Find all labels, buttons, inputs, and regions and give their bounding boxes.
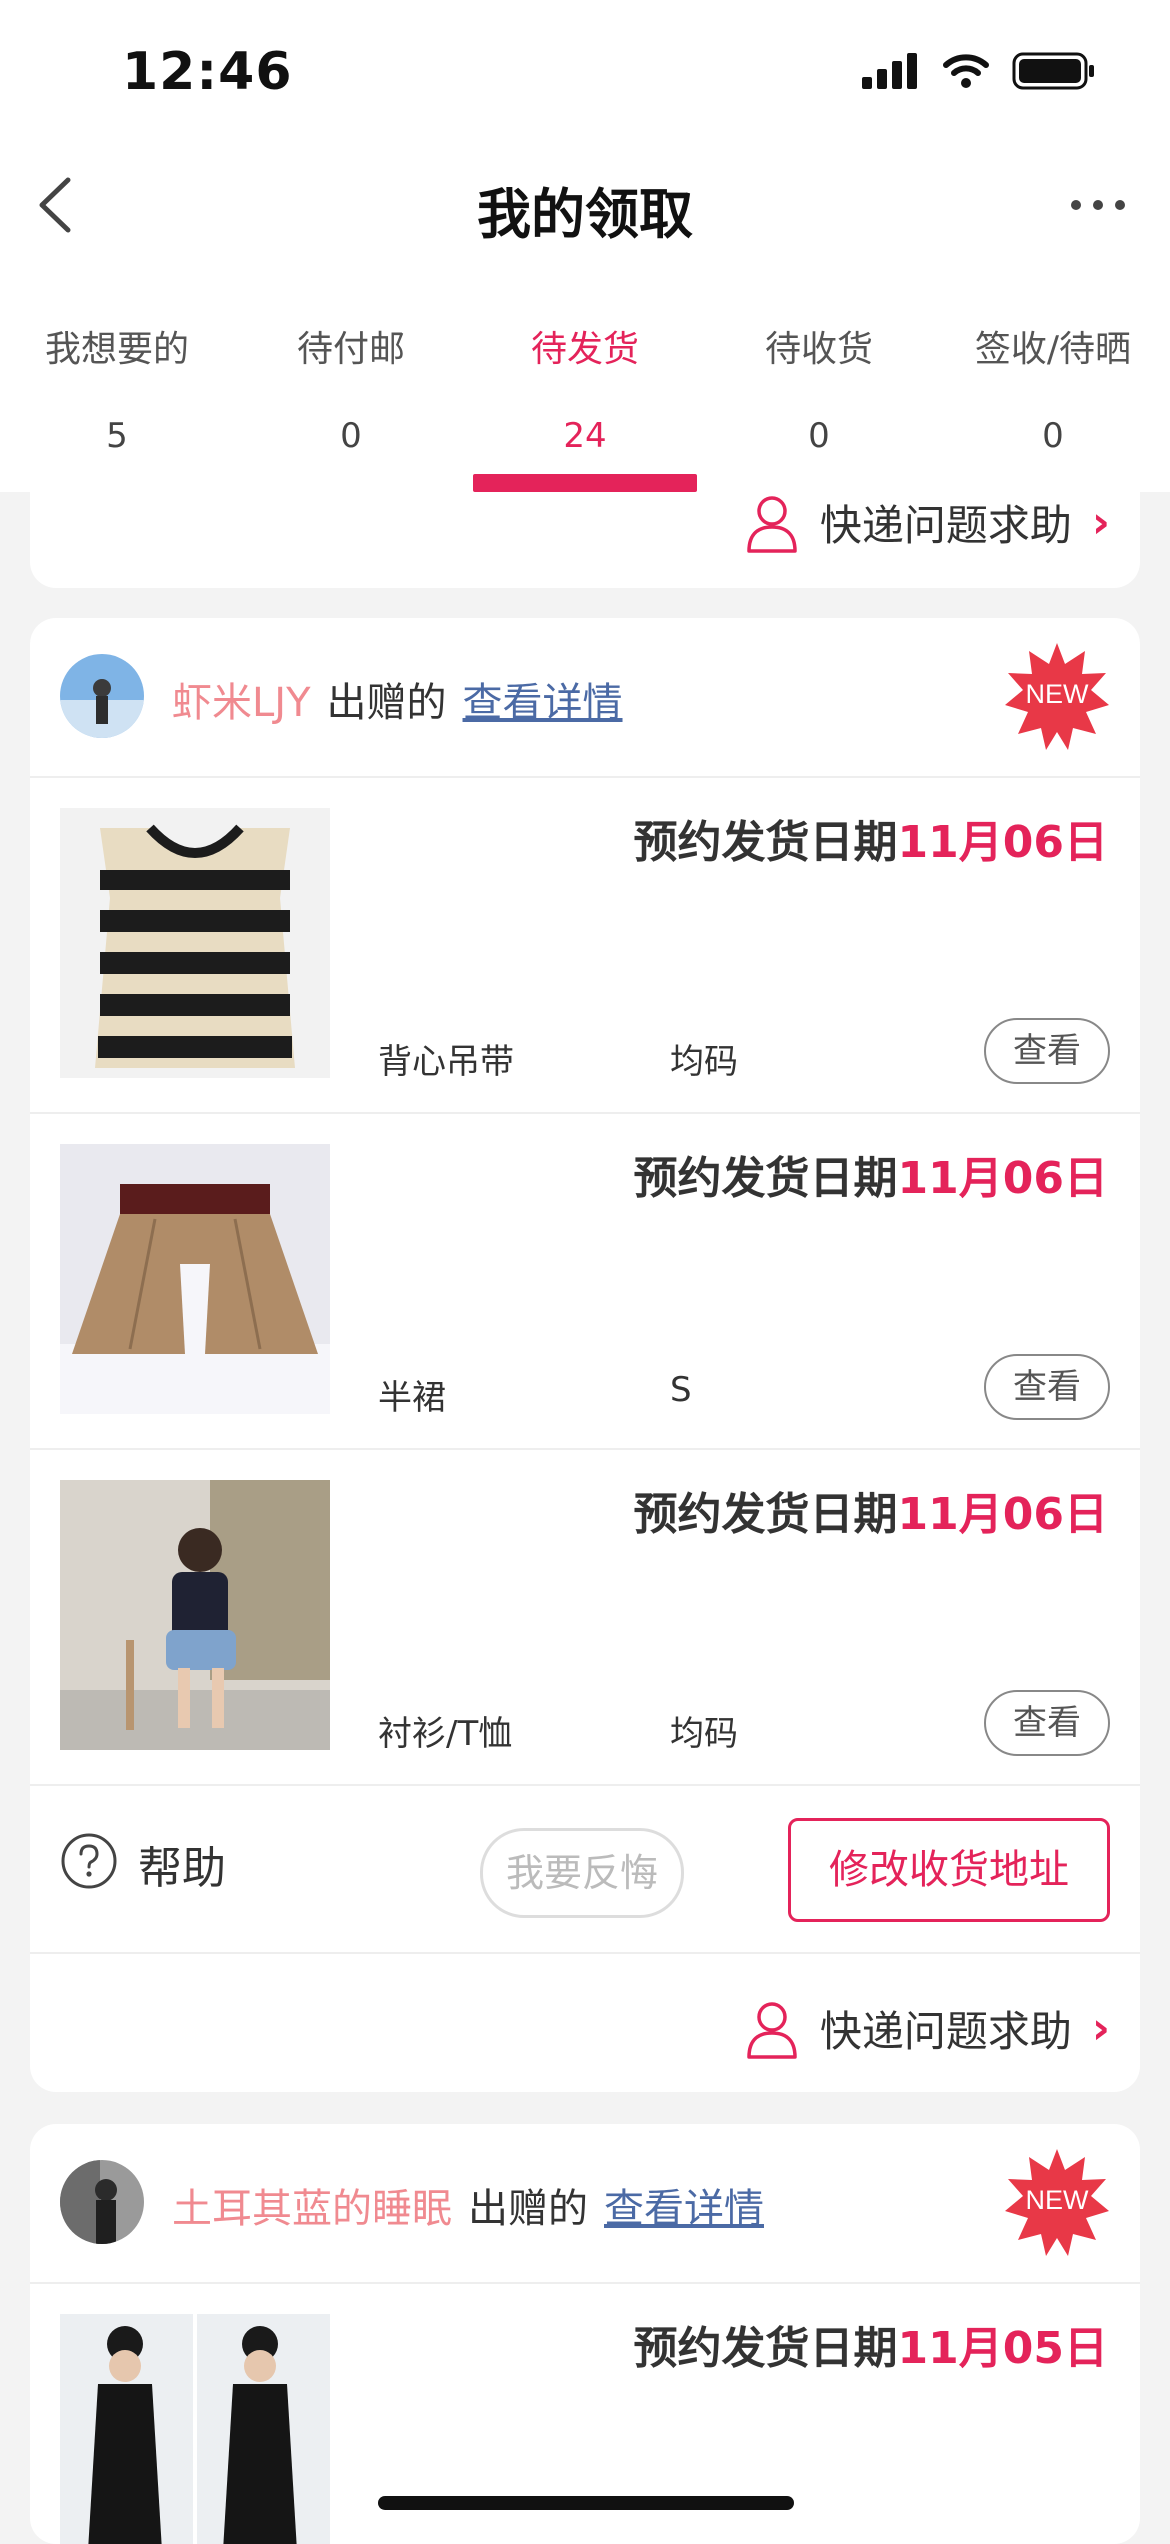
ship-date-label: 预约发货日期 (633, 1489, 898, 1540)
view-button[interactable]: 查看 (984, 1354, 1110, 1420)
scheduled-ship-date: 预约发货日期11月06日 (634, 806, 1108, 870)
chevron-right-icon: › (1091, 497, 1110, 548)
tab-to-ship[interactable]: 待发货 24 (468, 320, 702, 466)
tab-count: 0 (808, 416, 830, 456)
tab-label: 待收货 (764, 329, 873, 370)
tab-count: 0 (340, 416, 362, 456)
item-thumbnail[interactable] (60, 808, 330, 1078)
tab-to-receive[interactable]: 待收货 0 (702, 320, 936, 466)
avatar[interactable] (60, 654, 144, 738)
tab-label: 签收/待晒 (974, 329, 1132, 370)
tab-count: 5 (106, 416, 128, 456)
item-size: 均码 (670, 1042, 738, 1082)
status-icons (862, 52, 1096, 90)
courier-help-row: 快递问题求助 › (30, 1954, 1140, 2092)
more-icon[interactable] (1066, 178, 1130, 232)
tab-label: 待发货 (530, 329, 639, 370)
order-item: 预约发货日期11月06日 衬衫/T恤 均码 查看 (30, 1450, 1140, 1786)
new-badge-label: NEW (1026, 679, 1090, 709)
regret-button[interactable]: 我要反悔 (480, 1828, 684, 1918)
item-thumbnail[interactable] (60, 1144, 330, 1414)
ship-date-value: 11月06日 (897, 1153, 1108, 1204)
order-card: 土耳其蓝的睡眠 出赠的 查看详情 NEW 预约发货日期11月05日 (30, 2124, 1140, 2544)
courier-help-label: 快递问题求助 (819, 501, 1072, 550)
new-badge-label: NEW (1026, 2185, 1090, 2215)
scheduled-ship-date: 预约发货日期11月06日 (634, 1478, 1108, 1542)
order-actions: 帮助 我要反悔 修改收货地址 (30, 1786, 1140, 1954)
tab-wanted[interactable]: 我想要的 5 (0, 320, 234, 466)
top-bar: 12:46 我的领取 我想要的 5 待付邮 0 待发货 24 待收货 0 签收/… (0, 0, 1170, 492)
ship-date-value: 11月06日 (897, 1489, 1108, 1540)
question-circle-icon[interactable] (60, 1832, 118, 1890)
new-badge: NEW (1002, 640, 1112, 750)
tab-count: 24 (563, 416, 607, 456)
active-tab-indicator (473, 474, 697, 492)
ship-date-value: 11月05日 (897, 2323, 1108, 2374)
giver-info: 虾米LJY 出赠的 查看详情 (172, 670, 623, 728)
person-icon (747, 495, 797, 553)
status-tabs: 我想要的 5 待付邮 0 待发货 24 待收货 0 签收/待晒 0 (0, 320, 1170, 466)
giver-info: 土耳其蓝的睡眠 出赠的 查看详情 (172, 2176, 764, 2234)
tab-label: 待付邮 (296, 329, 405, 370)
tab-received-review[interactable]: 签收/待晒 0 (936, 320, 1170, 466)
item-thumbnail[interactable] (60, 2314, 330, 2544)
view-details-link[interactable]: 查看详情 (463, 670, 623, 728)
person-icon (747, 2001, 797, 2059)
battery-icon (1012, 52, 1094, 90)
cellular-signal-icon (862, 53, 917, 89)
courier-help-link[interactable]: 快递问题求助 › (744, 1998, 1110, 2059)
view-details-link[interactable]: 查看详情 (604, 2176, 764, 2234)
tab-to-pay-postage[interactable]: 待付邮 0 (234, 320, 468, 466)
wifi-icon (943, 54, 989, 88)
ship-date-label: 预约发货日期 (633, 1153, 898, 1204)
tab-label: 我想要的 (44, 329, 189, 370)
item-category: 半裙 (378, 1378, 446, 1418)
view-button[interactable]: 查看 (984, 1690, 1110, 1756)
giver-name[interactable]: 土耳其蓝的睡眠 (172, 2176, 452, 2234)
home-indicator (378, 2496, 794, 2510)
item-category: 衬衫/T恤 (378, 1714, 513, 1754)
new-badge: NEW (1002, 2146, 1112, 2256)
ship-date-value: 11月06日 (897, 817, 1108, 868)
order-card: 虾米LJY 出赠的 查看详情 NEW 预约发货日期11月06日 背心吊带 均码 … (30, 618, 1140, 2092)
order-header: 虾米LJY 出赠的 查看详情 NEW (30, 618, 1140, 778)
ship-date-label: 预约发货日期 (633, 2323, 898, 2374)
order-header: 土耳其蓝的睡眠 出赠的 查看详情 NEW (30, 2124, 1140, 2284)
chevron-right-icon: › (1091, 2003, 1110, 2054)
item-category: 背心吊带 (378, 1042, 514, 1082)
courier-help-link[interactable]: 快递问题求助 › (744, 492, 1110, 553)
edit-address-button[interactable]: 修改收货地址 (788, 1818, 1110, 1922)
giver-verb: 出赠的 (468, 2186, 588, 2232)
giver-name[interactable]: 虾米LJY (172, 670, 311, 728)
page-title: 我的领取 (477, 183, 693, 246)
help-label[interactable]: 帮助 (138, 1832, 226, 1896)
avatar[interactable] (60, 2160, 144, 2244)
status-time: 12:46 (122, 42, 293, 102)
item-size: 均码 (670, 1714, 738, 1754)
scheduled-ship-date: 预约发货日期11月05日 (634, 2312, 1108, 2376)
view-button[interactable]: 查看 (984, 1018, 1110, 1084)
giver-verb: 出赠的 (326, 680, 447, 726)
tab-count: 0 (1042, 416, 1064, 456)
courier-help-label: 快递问题求助 (819, 2007, 1072, 2056)
order-item: 预约发货日期11月06日 半裙 S 查看 (30, 1114, 1140, 1450)
order-item: 预约发货日期11月06日 背心吊带 均码 查看 (30, 778, 1140, 1114)
scheduled-ship-date: 预约发货日期11月06日 (634, 1142, 1108, 1206)
item-thumbnail[interactable] (60, 1480, 330, 1750)
ship-date-label: 预约发货日期 (633, 817, 898, 868)
item-size: S (670, 1370, 692, 1410)
